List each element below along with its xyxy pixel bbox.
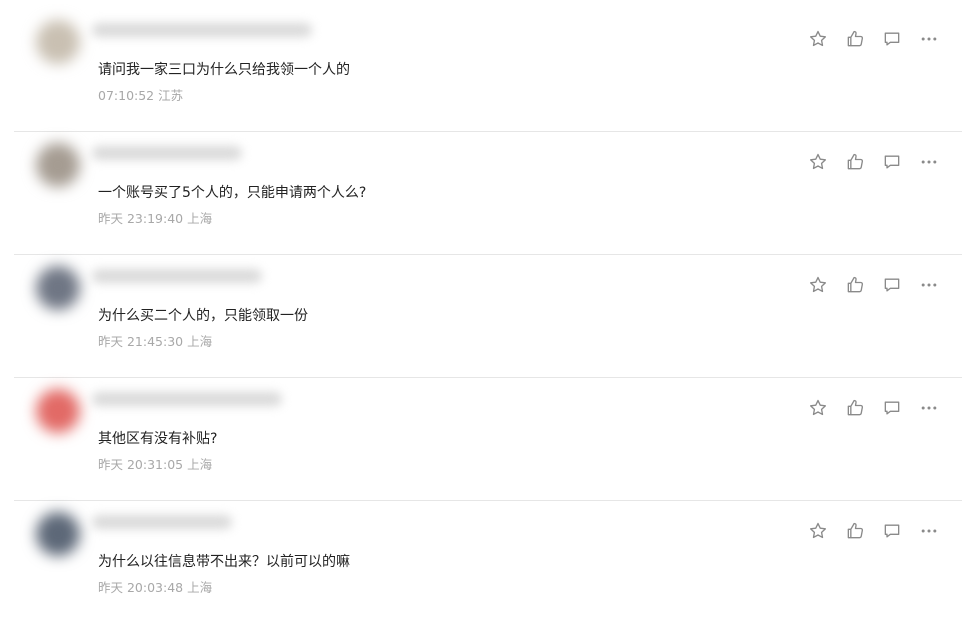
favorite-button[interactable]	[807, 274, 829, 296]
comment-meta: 07:10:52 江苏	[98, 85, 183, 104]
thumbs-up-icon	[845, 275, 865, 295]
more-icon	[919, 152, 939, 172]
reply-button[interactable]	[881, 28, 903, 50]
comment-icon	[882, 398, 902, 418]
username-blurred	[92, 146, 242, 160]
more-button[interactable]	[918, 274, 940, 296]
username-blurred	[92, 515, 232, 529]
comment-item: 为什么以往信息带不出来？以前可以的嘛 昨天 20:03:48 上海	[0, 500, 968, 623]
comment-location: 上海	[187, 457, 213, 472]
comment-actions	[792, 151, 940, 173]
comment-item: 为什么买二个人的，只能领取一份 昨天 21:45:30 上海	[0, 254, 968, 377]
comment-location: 上海	[187, 580, 213, 595]
more-button[interactable]	[918, 151, 940, 173]
reply-button[interactable]	[881, 520, 903, 542]
comment-icon	[882, 152, 902, 172]
like-button[interactable]	[844, 520, 866, 542]
comment-time: 昨天 23:19:40	[98, 211, 184, 226]
more-button[interactable]	[918, 397, 940, 419]
comment-time: 昨天 20:03:48	[98, 580, 184, 595]
thumbs-up-icon	[845, 521, 865, 541]
comment-meta: 昨天 20:31:05 上海	[98, 454, 212, 473]
comment-icon	[882, 275, 902, 295]
thumbs-up-icon	[845, 29, 865, 49]
star-icon	[808, 398, 828, 418]
avatar[interactable]	[36, 266, 80, 310]
avatar[interactable]	[36, 20, 80, 64]
favorite-button[interactable]	[807, 151, 829, 173]
comment-text: 为什么买二个人的，只能领取一份	[98, 308, 308, 324]
comment-actions	[792, 28, 940, 50]
comment-text: 一个账号买了5个人的，只能申请两个人么?	[98, 185, 367, 201]
avatar[interactable]	[36, 512, 80, 556]
comment-location: 江苏	[158, 88, 184, 103]
comment-text: 请问我一家三口为什么只给我领一个人的	[98, 62, 350, 78]
favorite-button[interactable]	[807, 28, 829, 50]
comment-location: 上海	[187, 334, 213, 349]
comment-text: 为什么以往信息带不出来？以前可以的嘛	[98, 554, 350, 570]
comment-meta: 昨天 20:03:48 上海	[98, 577, 212, 596]
comment-actions	[792, 274, 940, 296]
thumbs-up-icon	[845, 398, 865, 418]
more-icon	[919, 275, 939, 295]
comment-icon	[882, 521, 902, 541]
comment-time: 07:10:52	[98, 88, 155, 103]
comment-time: 昨天 20:31:05	[98, 457, 184, 472]
favorite-button[interactable]	[807, 520, 829, 542]
username-blurred	[92, 269, 262, 283]
more-button[interactable]	[918, 28, 940, 50]
like-button[interactable]	[844, 28, 866, 50]
avatar[interactable]	[36, 143, 80, 187]
more-button[interactable]	[918, 520, 940, 542]
more-icon	[919, 398, 939, 418]
favorite-button[interactable]	[807, 397, 829, 419]
star-icon	[808, 152, 828, 172]
reply-button[interactable]	[881, 397, 903, 419]
username-blurred	[92, 392, 282, 406]
like-button[interactable]	[844, 151, 866, 173]
like-button[interactable]	[844, 274, 866, 296]
star-icon	[808, 521, 828, 541]
comment-actions	[792, 520, 940, 542]
thumbs-up-icon	[845, 152, 865, 172]
more-icon	[919, 29, 939, 49]
comment-meta: 昨天 23:19:40 上海	[98, 208, 212, 227]
comment-item: 其他区有没有补贴? 昨天 20:31:05 上海	[0, 377, 968, 500]
star-icon	[808, 275, 828, 295]
star-icon	[808, 29, 828, 49]
avatar[interactable]	[36, 389, 80, 433]
comment-actions	[792, 397, 940, 419]
comment-item: 一个账号买了5个人的，只能申请两个人么? 昨天 23:19:40 上海	[0, 131, 968, 254]
comment-meta: 昨天 21:45:30 上海	[98, 331, 212, 350]
comment-time: 昨天 21:45:30	[98, 334, 184, 349]
reply-button[interactable]	[881, 274, 903, 296]
comment-location: 上海	[187, 211, 213, 226]
username-blurred	[92, 23, 312, 37]
reply-button[interactable]	[881, 151, 903, 173]
comment-icon	[882, 29, 902, 49]
more-icon	[919, 521, 939, 541]
comment-list: 请问我一家三口为什么只给我领一个人的 07:10:52 江苏 一个账号买了5个人…	[0, 0, 968, 618]
comment-item: 请问我一家三口为什么只给我领一个人的 07:10:52 江苏	[0, 8, 968, 131]
comment-text: 其他区有没有补贴?	[98, 431, 218, 447]
like-button[interactable]	[844, 397, 866, 419]
